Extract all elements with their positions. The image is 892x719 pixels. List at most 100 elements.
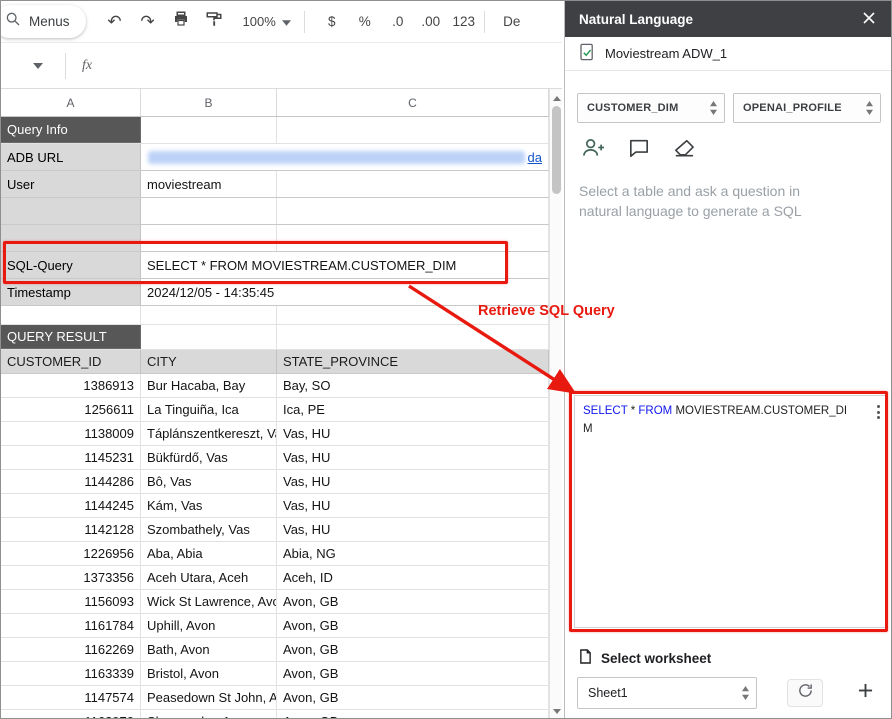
table-cell[interactable]: 1226956 — [1, 542, 141, 565]
table-cell[interactable]: 1156093 — [1, 590, 141, 613]
cell[interactable] — [277, 325, 549, 349]
user-value-cell[interactable]: moviestream — [141, 171, 277, 197]
table-cell[interactable]: Vas, HU — [277, 470, 549, 493]
decrease-decimal-button[interactable]: .0 — [385, 8, 411, 36]
cell[interactable] — [141, 325, 277, 349]
table-cell[interactable]: Szombathely, Vas — [141, 518, 277, 541]
table-cell[interactable]: Vas, HU — [277, 494, 549, 517]
column-header-b[interactable]: B — [141, 89, 277, 116]
cell[interactable] — [277, 117, 549, 143]
increase-decimal-button[interactable]: .00 — [418, 8, 444, 36]
cell[interactable] — [277, 171, 549, 197]
table-cell[interactable]: 1142128 — [1, 518, 141, 541]
table-cell[interactable]: 1163339 — [1, 662, 141, 685]
table-cell[interactable]: Peasedown St John, Avon — [141, 686, 277, 709]
table-cell[interactable]: Avon, GB — [277, 662, 549, 685]
scroll-up-button[interactable] — [550, 91, 563, 105]
sql-output-textarea[interactable]: SELECT * FROM MOVIESTREAM.CUSTOMER_DIM — [574, 395, 887, 628]
table-cell[interactable]: Bay, SO — [277, 374, 549, 397]
table-cell[interactable]: Avon, GB — [277, 614, 549, 637]
print-button[interactable] — [168, 8, 194, 36]
table-cell[interactable]: Shoscombe, Avon — [141, 710, 277, 719]
table-cell[interactable]: Ica, PE — [277, 398, 549, 421]
table-cell[interactable]: 1161784 — [1, 614, 141, 637]
cell[interactable] — [141, 225, 277, 251]
cell[interactable] — [1, 198, 141, 224]
redacted-url-link[interactable] — [148, 151, 525, 164]
close-panel-button[interactable] — [859, 8, 879, 31]
zoom-select[interactable]: 100% — [237, 8, 297, 36]
table-cell[interactable]: Aba, Abia — [141, 542, 277, 565]
refresh-button[interactable] — [787, 679, 823, 707]
header-state-province[interactable]: STATE_PROVINCE — [277, 350, 549, 373]
table-cell[interactable]: 1256611 — [1, 398, 141, 421]
table-cell[interactable]: 1144245 — [1, 494, 141, 517]
cell[interactable] — [141, 198, 277, 224]
name-box-dropdown[interactable] — [33, 63, 43, 69]
undo-button[interactable]: ↶ — [102, 8, 128, 36]
table-cell[interactable]: Bô, Vas — [141, 470, 277, 493]
table-cell[interactable]: Wick St Lawrence, Avon — [141, 590, 277, 613]
table-cell[interactable]: 1373356 — [1, 566, 141, 589]
table-cell[interactable]: Vas, HU — [277, 518, 549, 541]
table-cell[interactable]: Vas, HU — [277, 422, 549, 445]
table-select[interactable]: CUSTOMER_DIM — [577, 93, 725, 123]
table-cell[interactable]: Avon, GB — [277, 710, 549, 719]
worksheet-select[interactable]: Sheet1 — [577, 677, 757, 709]
table-cell[interactable]: Bur Hacaba, Bay — [141, 374, 277, 397]
cell[interactable] — [141, 306, 277, 324]
table-cell[interactable]: Uphill, Avon — [141, 614, 277, 637]
table-cell[interactable]: Avon, GB — [277, 638, 549, 661]
menus-button[interactable]: Menus — [1, 5, 86, 38]
redo-button[interactable]: ↷ — [135, 8, 161, 36]
format-percent-button[interactable]: % — [352, 8, 378, 36]
table-cell[interactable]: Bükfürdő, Vas — [141, 446, 277, 469]
cell[interactable] — [1, 225, 141, 251]
query-result-title-cell[interactable]: QUERY RESULT — [1, 325, 141, 349]
table-cell[interactable]: 1144286 — [1, 470, 141, 493]
user-label-cell[interactable]: User — [1, 171, 141, 197]
format-currency-button[interactable]: $ — [319, 8, 345, 36]
cell[interactable] — [141, 117, 277, 143]
table-cell[interactable]: Aceh, ID — [277, 566, 549, 589]
cell[interactable] — [277, 198, 549, 224]
number-format-button[interactable]: 123 — [451, 8, 477, 36]
add-worksheet-button[interactable] — [851, 679, 879, 707]
scrollbar-thumb[interactable] — [552, 106, 561, 194]
table-cell[interactable]: Avon, GB — [277, 590, 549, 613]
column-header-c[interactable]: C — [277, 89, 549, 116]
table-cell[interactable]: 1147574 — [1, 686, 141, 709]
cell[interactable] — [277, 225, 549, 251]
cell[interactable] — [1, 306, 141, 324]
table-cell[interactable]: Táplánszentkereszt, Vas — [141, 422, 277, 445]
table-cell[interactable]: 1162269 — [1, 638, 141, 661]
adb-url-label-cell[interactable]: ADB URL — [1, 144, 141, 170]
sql-query-value-cell[interactable]: SELECT * FROM MOVIESTREAM.CUSTOMER_DIM — [141, 252, 549, 278]
vertical-scrollbar[interactable] — [549, 89, 562, 719]
add-user-button[interactable] — [579, 135, 608, 165]
table-cell[interactable]: 1386913 — [1, 374, 141, 397]
header-city[interactable]: CITY — [141, 350, 277, 373]
url-link-tail[interactable]: da — [528, 150, 542, 165]
table-cell[interactable]: Aceh Utara, Aceh — [141, 566, 277, 589]
table-cell[interactable]: Bristol, Avon — [141, 662, 277, 685]
table-cell[interactable]: Kám, Vas — [141, 494, 277, 517]
column-header-a[interactable]: A — [1, 89, 141, 116]
table-cell[interactable]: La Tinguiña, Ica — [141, 398, 277, 421]
table-cell[interactable]: 1145231 — [1, 446, 141, 469]
table-cell[interactable]: 1138009 — [1, 422, 141, 445]
profile-select[interactable]: OPENAI_PROFILE — [733, 93, 881, 123]
timestamp-value-cell[interactable]: 2024/12/05 - 14:35:45 — [141, 279, 549, 305]
paint-format-button[interactable] — [201, 8, 227, 36]
query-info-cell[interactable]: Query Info — [1, 117, 141, 143]
chat-button[interactable] — [626, 136, 652, 165]
overflow-menu-button[interactable] — [875, 403, 882, 421]
font-select[interactable]: De — [499, 8, 525, 36]
table-cell[interactable]: Abia, NG — [277, 542, 549, 565]
cell[interactable] — [277, 306, 549, 324]
table-cell[interactable]: 1162970 — [1, 710, 141, 719]
table-cell[interactable]: Avon, GB — [277, 686, 549, 709]
header-customer-id[interactable]: CUSTOMER_ID — [1, 350, 141, 373]
timestamp-label-cell[interactable]: Timestamp — [1, 279, 141, 305]
clear-button[interactable] — [670, 136, 698, 165]
